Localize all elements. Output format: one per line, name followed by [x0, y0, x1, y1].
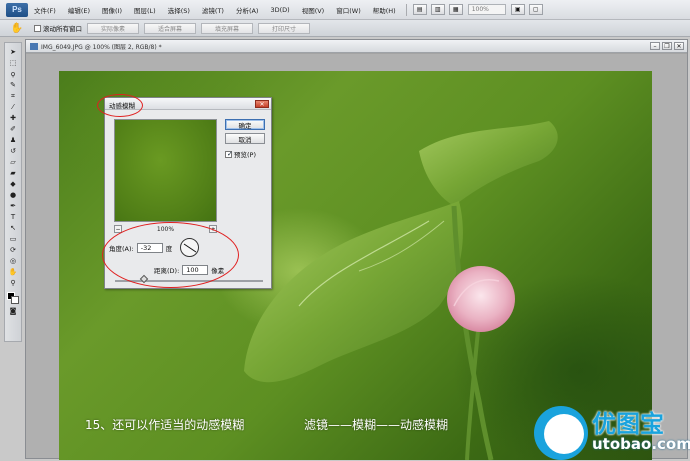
3d-rotate-tool-icon[interactable]: ⟳ — [7, 246, 19, 256]
pen-tool-icon[interactable]: ✒ — [7, 202, 19, 212]
close-icon[interactable]: ✕ — [674, 42, 684, 50]
mini-bridge-icon[interactable]: ▥ — [430, 4, 445, 15]
watermark-url: utobao.com — [592, 435, 690, 453]
hand-tool-icon[interactable]: ✋ — [6, 22, 28, 35]
scroll-all-windows-option[interactable]: 滚动所有窗口 — [34, 23, 82, 33]
clone-stamp-tool-icon[interactable]: ♟ — [7, 136, 19, 146]
zoom-tool-icon[interactable]: ⚲ — [7, 279, 19, 289]
eraser-tool-icon[interactable]: ▱ — [7, 158, 19, 168]
tools-panel: ➤ ⬚ ϙ ✎ ⌗ ⁄ ✚ ✐ ♟ ↺ ▱ ▰ ◆ ● ✒ T ↖ ▭ ⟳ ◎ … — [4, 42, 22, 342]
window-controls: – ❐ ✕ — [648, 42, 684, 50]
distance-control: 距离(D): 100 像素 — [154, 265, 224, 275]
hand-tool-icon[interactable]: ✋ — [7, 268, 19, 278]
marquee-tool-icon[interactable]: ⬚ — [7, 59, 19, 69]
scroll-all-checkbox[interactable] — [34, 24, 41, 32]
angle-input[interactable]: -32 — [136, 243, 163, 253]
cancel-button[interactable]: 取消 — [225, 133, 265, 144]
fit-screen-button[interactable]: 适合屏幕 — [144, 22, 196, 34]
ok-button[interactable]: 确定 — [225, 119, 265, 130]
restore-icon[interactable]: ❐ — [662, 42, 672, 50]
menu-file[interactable]: 文件(F) — [28, 5, 62, 15]
menu-select[interactable]: 选择(S) — [162, 5, 196, 15]
scroll-all-label: 滚动所有窗口 — [43, 25, 82, 33]
blur-tool-icon[interactable]: ◆ — [7, 180, 19, 190]
swatches-icon[interactable] — [7, 290, 19, 306]
menu-bar: Ps 文件(F) 编辑(E) 图像(I) 图层(L) 选择(S) 滤镜(T) 分… — [0, 0, 690, 20]
menu-view[interactable]: 视图(V) — [296, 5, 331, 15]
menu-divider — [405, 3, 407, 16]
photoshop-logo: Ps — [6, 2, 28, 17]
background-color-swatch[interactable] — [11, 295, 19, 304]
zoom-out-button[interactable]: − — [114, 225, 122, 233]
quick-select-tool-icon[interactable]: ✎ — [7, 81, 19, 91]
menu-analysis[interactable]: 分析(A) — [230, 5, 265, 15]
watermark-logo-icon — [534, 406, 588, 460]
healing-brush-tool-icon[interactable]: ✚ — [7, 114, 19, 124]
angle-control: 角度(A): -32 度 — [109, 243, 172, 253]
eyedropper-tool-icon[interactable]: ⁄ — [7, 103, 19, 113]
utobao-watermark: 优图宝 utobao.com — [534, 402, 690, 460]
preview-zoom-level: 100% — [156, 225, 175, 233]
menu-3d[interactable]: 3D(D) — [264, 6, 295, 14]
preview-option[interactable]: ✓ 预览(P) — [225, 149, 256, 159]
menu-window[interactable]: 窗口(W) — [330, 5, 367, 15]
quick-mask-icon[interactable]: ◙ — [7, 307, 19, 317]
menu-filter[interactable]: 滤镜(T) — [196, 5, 230, 15]
dialog-titlebar[interactable]: 动感模糊 ✕ — [105, 98, 271, 110]
document-icon — [30, 42, 38, 50]
brush-tool-icon[interactable]: ✐ — [7, 125, 19, 135]
type-tool-icon[interactable]: T — [7, 213, 19, 223]
preview-zoom-controls: − 100% + — [114, 224, 217, 234]
gradient-tool-icon[interactable]: ▰ — [7, 169, 19, 179]
watermark-title: 优图宝 — [592, 410, 664, 438]
arrange-documents-icon[interactable]: ▣ — [510, 4, 525, 15]
bridge-icon[interactable]: ▤ — [412, 4, 427, 15]
view-extras-icon[interactable]: ▦ — [448, 4, 463, 15]
close-icon[interactable]: ✕ — [255, 100, 269, 108]
history-brush-tool-icon[interactable]: ↺ — [7, 147, 19, 157]
angle-dial[interactable] — [180, 238, 199, 257]
document-tab[interactable]: IMG_6049.JPG @ 100% (图层 2, RGB/8) * – ❐ … — [26, 40, 687, 53]
preview-checkbox[interactable]: ✓ — [225, 149, 233, 158]
fill-screen-button[interactable]: 填充屏幕 — [201, 22, 253, 34]
preview-label: 预览(P) — [234, 151, 256, 159]
distance-unit: 像素 — [211, 267, 225, 275]
minimize-icon[interactable]: – — [650, 42, 660, 50]
options-bar: ✋ 滚动所有窗口 实际像素 适合屏幕 填充屏幕 打印尺寸 — [0, 20, 690, 37]
lasso-tool-icon[interactable]: ϙ — [7, 70, 19, 80]
menu-image[interactable]: 图像(I) — [96, 5, 128, 15]
dodge-tool-icon[interactable]: ● — [7, 191, 19, 201]
menu-layer[interactable]: 图层(L) — [128, 5, 162, 15]
photoshop-window: Ps 文件(F) 编辑(E) 图像(I) 图层(L) 选择(S) 滤镜(T) 分… — [0, 0, 690, 461]
motion-blur-dialog: 动感模糊 ✕ − 100% + 确定 取消 ✓ 预览(P) 角度(A): -32… — [104, 97, 272, 289]
angle-label: 角度(A): — [109, 245, 134, 253]
angle-dial-needle-icon — [183, 243, 197, 253]
zoom-level-field[interactable]: 100% — [467, 4, 506, 15]
filter-path-caption: 滤镜——模糊——动感模糊 — [304, 418, 449, 432]
filter-preview[interactable] — [114, 119, 217, 222]
dialog-title: 动感模糊 — [109, 102, 135, 110]
menu-help[interactable]: 帮助(H) — [367, 5, 402, 15]
print-size-button[interactable]: 打印尺寸 — [258, 22, 310, 34]
checkmark-icon: ✓ — [227, 149, 233, 158]
move-tool-icon[interactable]: ➤ — [7, 48, 19, 58]
3d-orbit-tool-icon[interactable]: ◎ — [7, 257, 19, 267]
distance-slider-track[interactable] — [115, 280, 263, 282]
tutorial-step-caption: 15、还可以作适当的动感模糊 — [85, 418, 245, 432]
path-select-tool-icon[interactable]: ↖ — [7, 224, 19, 234]
screen-mode-icon[interactable]: ▢ — [528, 4, 543, 15]
document-title: IMG_6049.JPG @ 100% (图层 2, RGB/8) * — [41, 43, 162, 51]
zoom-in-button[interactable]: + — [209, 225, 217, 233]
menu-edit[interactable]: 编辑(E) — [62, 5, 96, 15]
distance-label: 距离(D): — [154, 267, 180, 275]
distance-input[interactable]: 100 — [182, 265, 209, 275]
angle-unit: 度 — [165, 245, 173, 253]
actual-pixels-button[interactable]: 实际像素 — [87, 22, 139, 34]
crop-tool-icon[interactable]: ⌗ — [7, 92, 19, 102]
shape-tool-icon[interactable]: ▭ — [7, 235, 19, 245]
